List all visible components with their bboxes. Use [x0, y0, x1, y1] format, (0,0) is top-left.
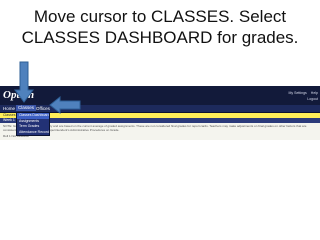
menu-item-attendance-records[interactable]: Attendance Records	[17, 130, 49, 136]
nav-classes[interactable]: Classes	[16, 105, 37, 111]
app-header: Option My Settings Help Logout	[0, 86, 320, 105]
nav-offices[interactable]: Offices	[36, 106, 50, 111]
title-line-1: Move cursor to CLASSES. Select	[33, 7, 287, 26]
classes-dropdown: Classes Dashboard Assignments Term Grade…	[16, 112, 50, 136]
title-line-2: CLASSES DASHBOARD for grades.	[21, 28, 299, 47]
grades-note: NOTE: Grades are informational only and …	[3, 124, 307, 132]
my-settings-link[interactable]: My Settings	[289, 91, 307, 95]
logout-link[interactable]: Logout	[307, 97, 318, 101]
week-label: Week 1	[3, 118, 15, 122]
app-logo: Option	[3, 89, 35, 101]
slide-title: Move cursor to CLASSES. Select CLASSES D…	[0, 6, 320, 48]
help-link[interactable]: Help	[311, 91, 318, 95]
app-screenshot: Option My Settings Help Logout Home Clas…	[0, 86, 320, 140]
section-label: Classes	[3, 113, 16, 117]
util-links: My Settings Help	[286, 91, 318, 95]
nav-home[interactable]: Home	[3, 106, 15, 111]
menu-item-classes-dashboard[interactable]: Classes Dashboard	[17, 113, 49, 119]
